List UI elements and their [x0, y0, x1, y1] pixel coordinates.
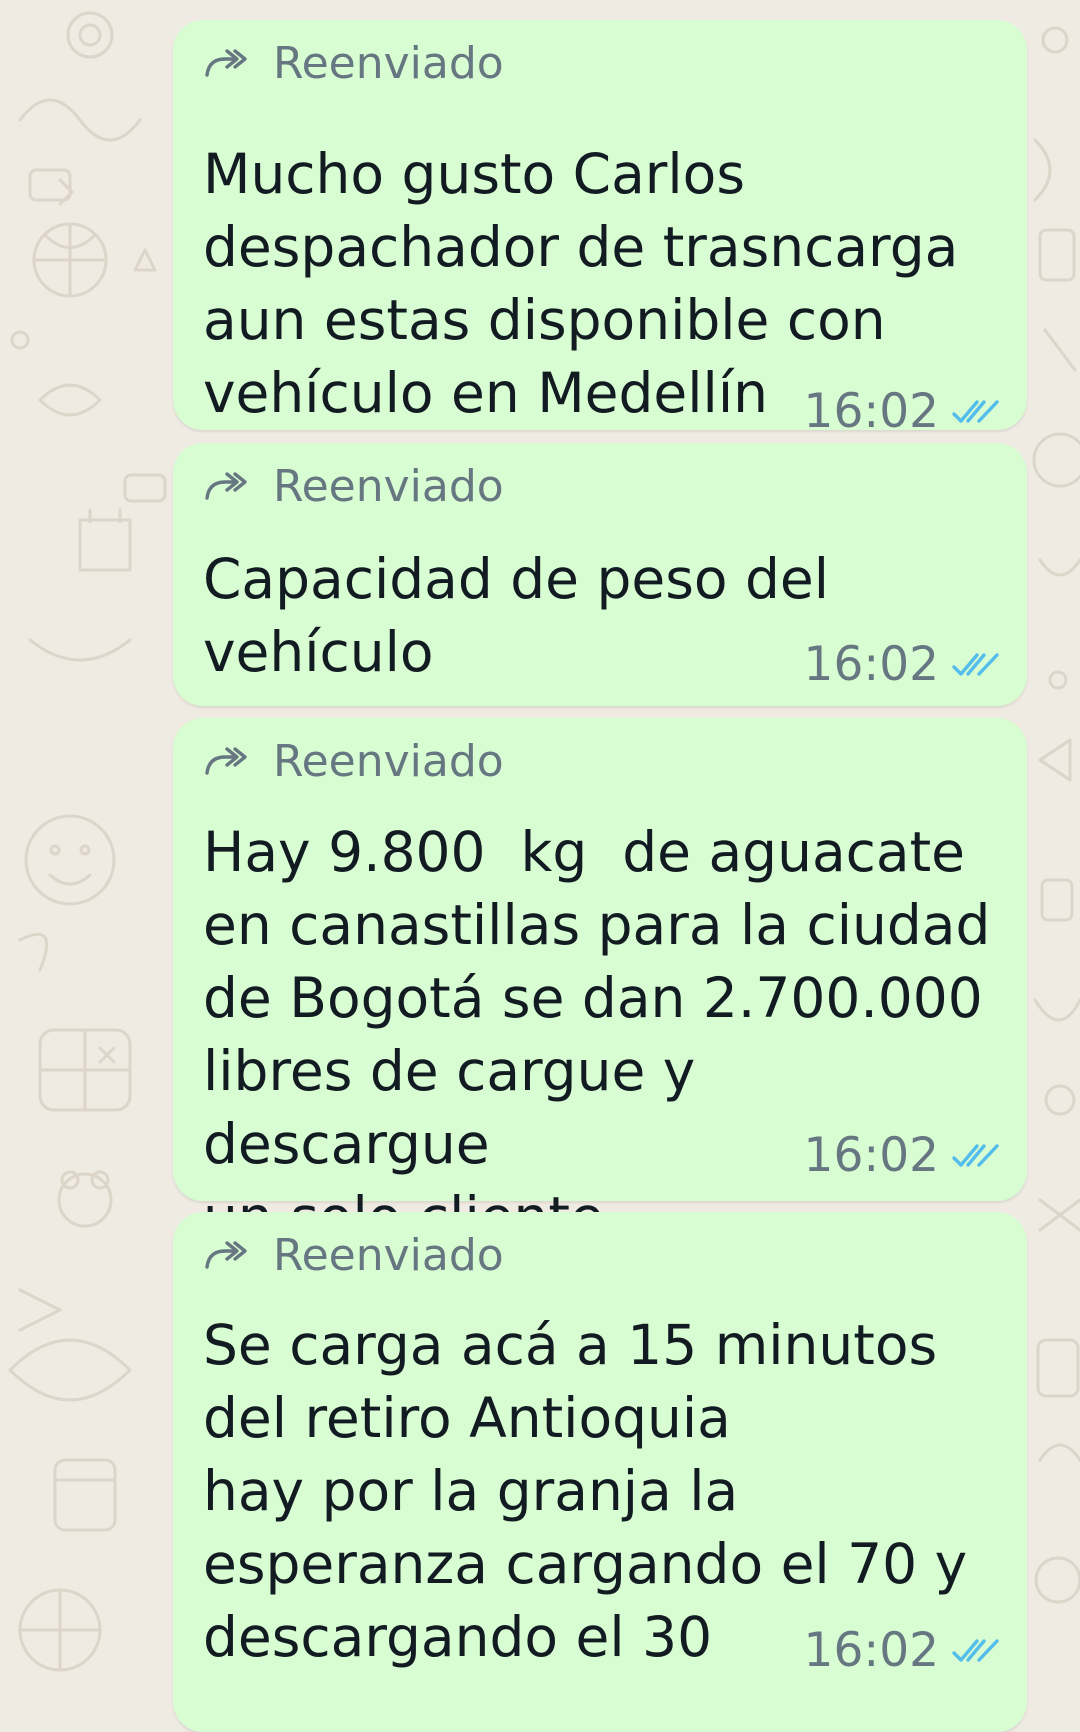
forwarded-label: Reenviado — [273, 736, 504, 787]
message-time: 16:02 — [803, 384, 939, 439]
message-meta: 16:02 — [804, 1627, 1001, 1674]
message-meta: 16:02 — [804, 1132, 1001, 1179]
message-time: 16:02 — [803, 637, 939, 692]
double-check-read-icon — [952, 1638, 999, 1662]
forwarded-label-row: Reenviado — [203, 42, 504, 86]
forwarded-label-row: Reenviado — [203, 465, 504, 509]
forwarded-label: Reenviado — [273, 38, 504, 89]
message-text: Hay 9.800 kg de aguacate en canastillas … — [203, 820, 991, 1249]
forwarded-label-row: Reenviado — [203, 740, 504, 784]
double-check-read-icon — [952, 1143, 999, 1167]
forwarded-arrow-icon — [205, 49, 247, 77]
message-time: 16:02 — [803, 1128, 939, 1183]
forwarded-label: Reenviado — [273, 1230, 504, 1281]
double-check-read-icon — [952, 652, 999, 676]
forwarded-label-row: Reenviado — [203, 1234, 504, 1278]
message-bubble[interactable]: Reenviado Mucho gusto Carlos despachador… — [173, 20, 1027, 435]
message-time: 16:02 — [803, 1623, 939, 1678]
forwarded-label: Reenviado — [273, 461, 504, 512]
message-bubble[interactable]: Reenviado Hay 9.800 kg de aguacate en ca… — [173, 718, 1027, 1249]
message-bubble[interactable]: Reenviado Se carga acá a 15 minutos del … — [173, 1212, 1027, 1732]
forwarded-arrow-icon — [205, 747, 247, 775]
message-meta: 16:02 — [804, 388, 1001, 435]
message-bubble[interactable]: Reenviado Capacidad de peso del vehículo… — [173, 443, 1027, 706]
double-check-read-icon — [952, 399, 999, 423]
chat-message-list[interactable]: Reenviado Mucho gusto Carlos despachador… — [0, 0, 1080, 1732]
message-text: Se carga acá a 15 minutos del retiro Ant… — [203, 1313, 968, 1669]
forwarded-arrow-icon — [205, 472, 247, 500]
message-meta: 16:02 — [804, 641, 1001, 688]
forwarded-arrow-icon — [205, 1241, 247, 1269]
